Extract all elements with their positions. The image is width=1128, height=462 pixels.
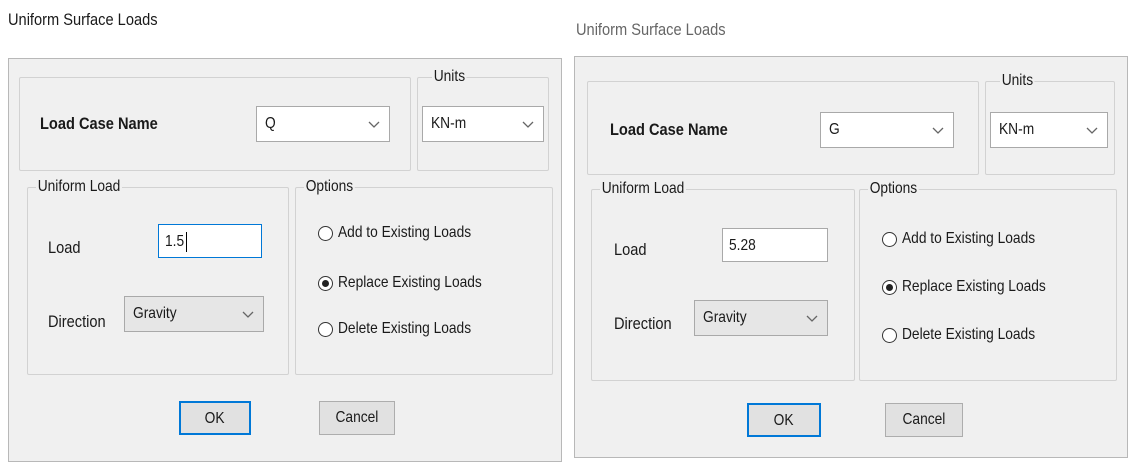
options-group: Options Add to Existing Loads Replace Ex… [859, 180, 1117, 381]
dialog-title: Uniform Surface Loads [8, 10, 158, 29]
radio-delete-existing-loads[interactable]: Delete Existing Loads [882, 326, 1102, 348]
load-case-group: Load Case Name G [587, 81, 979, 175]
load-case-value: Q [265, 115, 276, 132]
radio-icon [882, 328, 897, 343]
load-case-name-dropdown[interactable]: G [820, 112, 954, 148]
units-dropdown[interactable]: KN-m [422, 106, 544, 142]
uniform-load-legend: Uniform Load [36, 178, 123, 196]
radio-icon [318, 226, 333, 241]
uniform-surface-loads-dialog-left: Uniform Surface Loads Load Case Name Q U… [0, 0, 562, 462]
radio-selected-dot [322, 280, 329, 287]
dialog-title: Uniform Surface Loads [576, 20, 726, 39]
options-group: Options Add to Existing Loads Replace Ex… [295, 178, 553, 375]
uniform-load-legend: Uniform Load [600, 180, 687, 198]
cancel-button-label: Cancel [335, 409, 379, 426]
options-legend: Options [868, 180, 919, 198]
load-case-value: G [829, 121, 840, 138]
chevron-down-icon [368, 121, 380, 128]
chevron-down-icon [806, 315, 818, 322]
uniform-surface-loads-dialog-right: Uniform Surface Loads Load Case Name G U… [568, 0, 1128, 462]
units-legend: Units [1000, 72, 1035, 90]
units-dropdown[interactable]: KN-m [990, 112, 1108, 148]
chevron-down-icon [1086, 127, 1098, 134]
direction-value: Gravity [133, 305, 177, 322]
radio-label: Add to Existing Loads [338, 224, 472, 241]
radio-replace-existing-loads[interactable]: Replace Existing Loads [882, 278, 1102, 300]
radio-label: Replace Existing Loads [338, 274, 482, 291]
units-group: Units KN-m [985, 72, 1115, 175]
load-case-group: Load Case Name Q [19, 77, 411, 171]
load-value: 5.28 [729, 237, 756, 254]
load-input[interactable]: 5.28 [722, 228, 828, 262]
uniform-load-group: Uniform Load Load 5.28 Direction Gravity [591, 180, 855, 381]
uniform-load-group: Uniform Load Load 1.5 Direction Gravity [27, 178, 289, 375]
direction-label: Direction [48, 312, 106, 331]
ok-button[interactable]: OK [179, 401, 251, 435]
chevron-down-icon [932, 127, 944, 134]
load-label: Load [614, 240, 647, 259]
units-group: Units KN-m [417, 68, 549, 171]
load-input[interactable]: 1.5 [158, 224, 262, 258]
radio-icon [882, 280, 897, 295]
load-case-name-dropdown[interactable]: Q [256, 106, 390, 142]
cancel-button-label: Cancel [902, 411, 946, 428]
radio-label: Delete Existing Loads [338, 320, 472, 337]
units-legend: Units [432, 68, 467, 86]
direction-dropdown[interactable]: Gravity [124, 296, 264, 332]
direction-label: Direction [614, 314, 672, 333]
ok-button-label: OK [774, 412, 794, 429]
units-value: KN-m [999, 121, 1035, 138]
radio-icon [318, 322, 333, 337]
radio-icon [882, 232, 897, 247]
cancel-button[interactable]: Cancel [319, 401, 395, 435]
radio-add-to-existing-loads[interactable]: Add to Existing Loads [882, 230, 1102, 252]
load-case-name-label: Load Case Name [610, 120, 728, 139]
radio-label: Add to Existing Loads [902, 230, 1036, 247]
radio-add-to-existing-loads[interactable]: Add to Existing Loads [318, 224, 538, 246]
radio-delete-existing-loads[interactable]: Delete Existing Loads [318, 320, 538, 342]
load-label: Load [48, 238, 81, 257]
options-legend: Options [304, 178, 355, 196]
direction-dropdown[interactable]: Gravity [694, 300, 828, 336]
radio-label: Replace Existing Loads [902, 278, 1046, 295]
cancel-button[interactable]: Cancel [885, 403, 963, 437]
chevron-down-icon [242, 311, 254, 318]
radio-selected-dot [886, 284, 893, 291]
radio-label: Delete Existing Loads [902, 326, 1036, 343]
text-caret [186, 232, 187, 252]
dialog-body: Load Case Name G Units KN-m Uniform Load… [574, 56, 1128, 458]
ok-button-label: OK [205, 410, 225, 427]
dialog-body: Load Case Name Q Units KN-m Uniform Load… [8, 58, 562, 462]
chevron-down-icon [522, 121, 534, 128]
units-value: KN-m [431, 115, 467, 132]
direction-value: Gravity [703, 309, 747, 326]
load-value: 1.5 [165, 233, 185, 250]
ok-button[interactable]: OK [747, 403, 821, 437]
load-case-name-label: Load Case Name [40, 114, 158, 133]
radio-icon [318, 276, 333, 291]
radio-replace-existing-loads[interactable]: Replace Existing Loads [318, 274, 538, 296]
